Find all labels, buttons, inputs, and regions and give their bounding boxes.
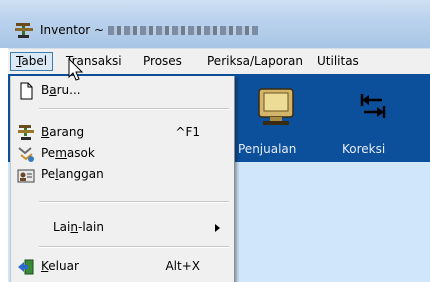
submenu-arrow-icon (215, 224, 220, 232)
menu-item-label: Lain-lain (53, 220, 104, 234)
menu-item-lain-lain[interactable]: Lain-lain (11, 217, 234, 239)
shortcut-label: Alt+X (165, 259, 200, 273)
label-part: ru... (56, 83, 81, 97)
window-title: Inventor ~ (40, 23, 258, 37)
menu-item-pemasok[interactable]: Pemasok (11, 143, 234, 165)
menu-item-keluar[interactable]: Keluar Alt+X (11, 256, 234, 278)
label-part: eluar (48, 259, 79, 273)
menu-item-pelanggan[interactable]: Pelanggan (11, 164, 234, 186)
app-name: Inventor (40, 23, 91, 37)
label-part: Pe (41, 167, 56, 181)
menu-item-barang[interactable]: Barang ^F1 (11, 122, 234, 144)
swap-arrows-icon (360, 94, 386, 118)
menu-tabel[interactable]: Tabel (10, 52, 54, 71)
monitor-icon (258, 88, 294, 125)
label-part: Lai (53, 220, 71, 234)
goods-icon (18, 125, 34, 140)
label-part: anggan (58, 167, 104, 181)
label-accel: m (55, 146, 67, 160)
menu-utilitas[interactable]: Utilitas (317, 54, 359, 68)
label-part: arang (49, 125, 85, 139)
label-accel: a (49, 83, 57, 97)
app-icon (15, 23, 33, 38)
label-part: Pe (41, 146, 56, 160)
label-part: B (41, 83, 50, 97)
shortcut-label: ^F1 (175, 125, 200, 139)
koreksi-button[interactable]: Koreksi (338, 88, 408, 158)
menu-item-label: Barang (41, 125, 84, 139)
label-accel: B (41, 125, 50, 139)
koreksi-label: Koreksi (342, 142, 386, 156)
supplier-icon (18, 147, 34, 162)
menu-item-label: Pelanggan (41, 167, 104, 181)
mouse-pointer-icon (68, 58, 84, 81)
menu-periksa-laporan[interactable]: Periksa/Laporan (207, 54, 303, 68)
customer-icon (17, 169, 35, 183)
title-bar[interactable]: Inventor ~ (0, 0, 430, 48)
menu-item-baru[interactable]: Baru... (11, 80, 234, 102)
new-document-icon (20, 82, 33, 100)
menu-item-label: Baru... (41, 83, 81, 97)
menu-separator (39, 108, 229, 110)
menu-separator (39, 201, 229, 203)
menu-tabel-rest: abel (21, 54, 48, 68)
penjualan-label: Penjualan (238, 142, 297, 156)
exit-icon (18, 259, 34, 275)
title-separator: ~ (90, 23, 108, 37)
label-part: asok (66, 146, 95, 160)
label-accel: n (70, 220, 78, 234)
menu-item-label: Pemasok (41, 146, 95, 160)
tabel-dropdown-menu: Baru... Barang ^F1 Pemasok Pelanggan Lai… (10, 76, 235, 282)
penjualan-button[interactable]: Penjualan (234, 88, 314, 158)
label-part: -lain (77, 220, 104, 234)
menu-item-label: Keluar (41, 259, 79, 273)
menu-separator (39, 246, 229, 248)
redacted-company-name (107, 26, 258, 35)
menu-proses[interactable]: Proses (143, 54, 182, 68)
